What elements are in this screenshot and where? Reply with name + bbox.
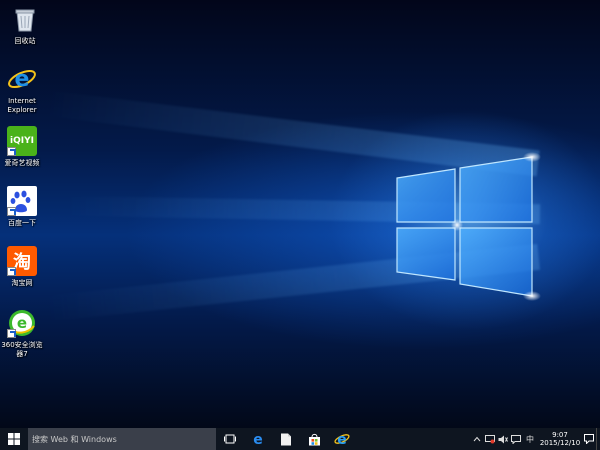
store-icon (308, 433, 320, 445)
taobao-icon: 淘 (7, 246, 37, 276)
desktop-icon-recycle-bin[interactable]: 回收站 (0, 4, 50, 46)
taskbar: 搜索 Web 和 Windows e e 中 9:07 2015/12/10 (0, 428, 600, 450)
desktop-icon-baidu[interactable]: 百度一下 (0, 186, 47, 228)
internet-explorer-icon: e (334, 432, 350, 447)
show-desktop-button[interactable] (596, 428, 600, 450)
system-tray: 中 9:07 2015/12/10 (471, 428, 600, 450)
input-method-indicator[interactable]: 中 (523, 428, 537, 450)
search-placeholder: 搜索 Web 和 Windows (32, 434, 117, 444)
baidu-paw-icon (7, 186, 37, 216)
shortcut-arrow-icon (7, 147, 16, 156)
action-center-icon (584, 434, 594, 444)
shortcut-arrow-icon (7, 329, 16, 338)
svg-text:e: e (337, 432, 347, 447)
clock-date: 2015/12/10 (539, 439, 581, 447)
clock-time: 9:07 (552, 431, 568, 439)
desktop-icon-label: 360安全浏览器7 (1, 341, 43, 358)
desktop-icon-taobao[interactable]: 淘 淘宝网 (0, 246, 47, 288)
iqiyi-icon: iQIYI (7, 126, 37, 156)
task-view-icon (224, 434, 236, 444)
svg-text:e: e (253, 432, 263, 446)
store-button[interactable] (300, 428, 328, 450)
chat-bubble-icon[interactable] (510, 428, 522, 450)
network-icon[interactable] (484, 428, 496, 450)
desktop-icon-label: 淘宝网 (11, 279, 33, 287)
desktop-icon-label: 回收站 (14, 37, 36, 45)
task-view-button[interactable] (216, 428, 244, 450)
shortcut-arrow-icon (7, 267, 16, 276)
desktop-wallpaper: 回收站 e Internet Explorer iQIYI 爱奇艺视频 百度一下… (0, 0, 600, 428)
clock[interactable]: 9:07 2015/12/10 (538, 431, 582, 447)
windows-logo-wallpaper (396, 152, 541, 301)
svg-text:e: e (17, 314, 27, 332)
recycle-bin-icon (10, 4, 40, 34)
edge-button[interactable]: e (244, 428, 272, 450)
file-explorer-icon (281, 433, 291, 445)
show-hidden-icons-chevron-up-icon[interactable] (471, 428, 483, 450)
desktop-icon-label: 百度一下 (8, 219, 36, 227)
desktop-icon-360-browser[interactable]: e 360安全浏览器7 (0, 308, 47, 359)
search-input[interactable]: 搜索 Web 和 Windows (28, 428, 216, 450)
windows-start-icon (8, 433, 20, 445)
iqiyi-logo-text: iQIYI (10, 136, 34, 146)
volume-icon[interactable] (497, 428, 509, 450)
internet-explorer-icon: e (7, 64, 37, 94)
desktop-icon-label: 爱奇艺视频 (4, 159, 40, 167)
desktop-icon-internet-explorer[interactable]: e Internet Explorer (0, 64, 47, 115)
edge-icon: e (253, 432, 263, 446)
internet-explorer-taskbar-button[interactable]: e (328, 428, 356, 450)
start-button[interactable] (0, 428, 28, 450)
svg-text:e: e (15, 67, 30, 92)
desktop-icon-iqiyi[interactable]: iQIYI 爱奇艺视频 (0, 126, 47, 168)
360-browser-icon: e (7, 308, 37, 338)
desktop-icon-label: Internet Explorer (7, 97, 37, 114)
shortcut-arrow-icon (7, 207, 16, 216)
action-center-button[interactable] (582, 428, 596, 450)
file-explorer-button[interactable] (272, 428, 300, 450)
